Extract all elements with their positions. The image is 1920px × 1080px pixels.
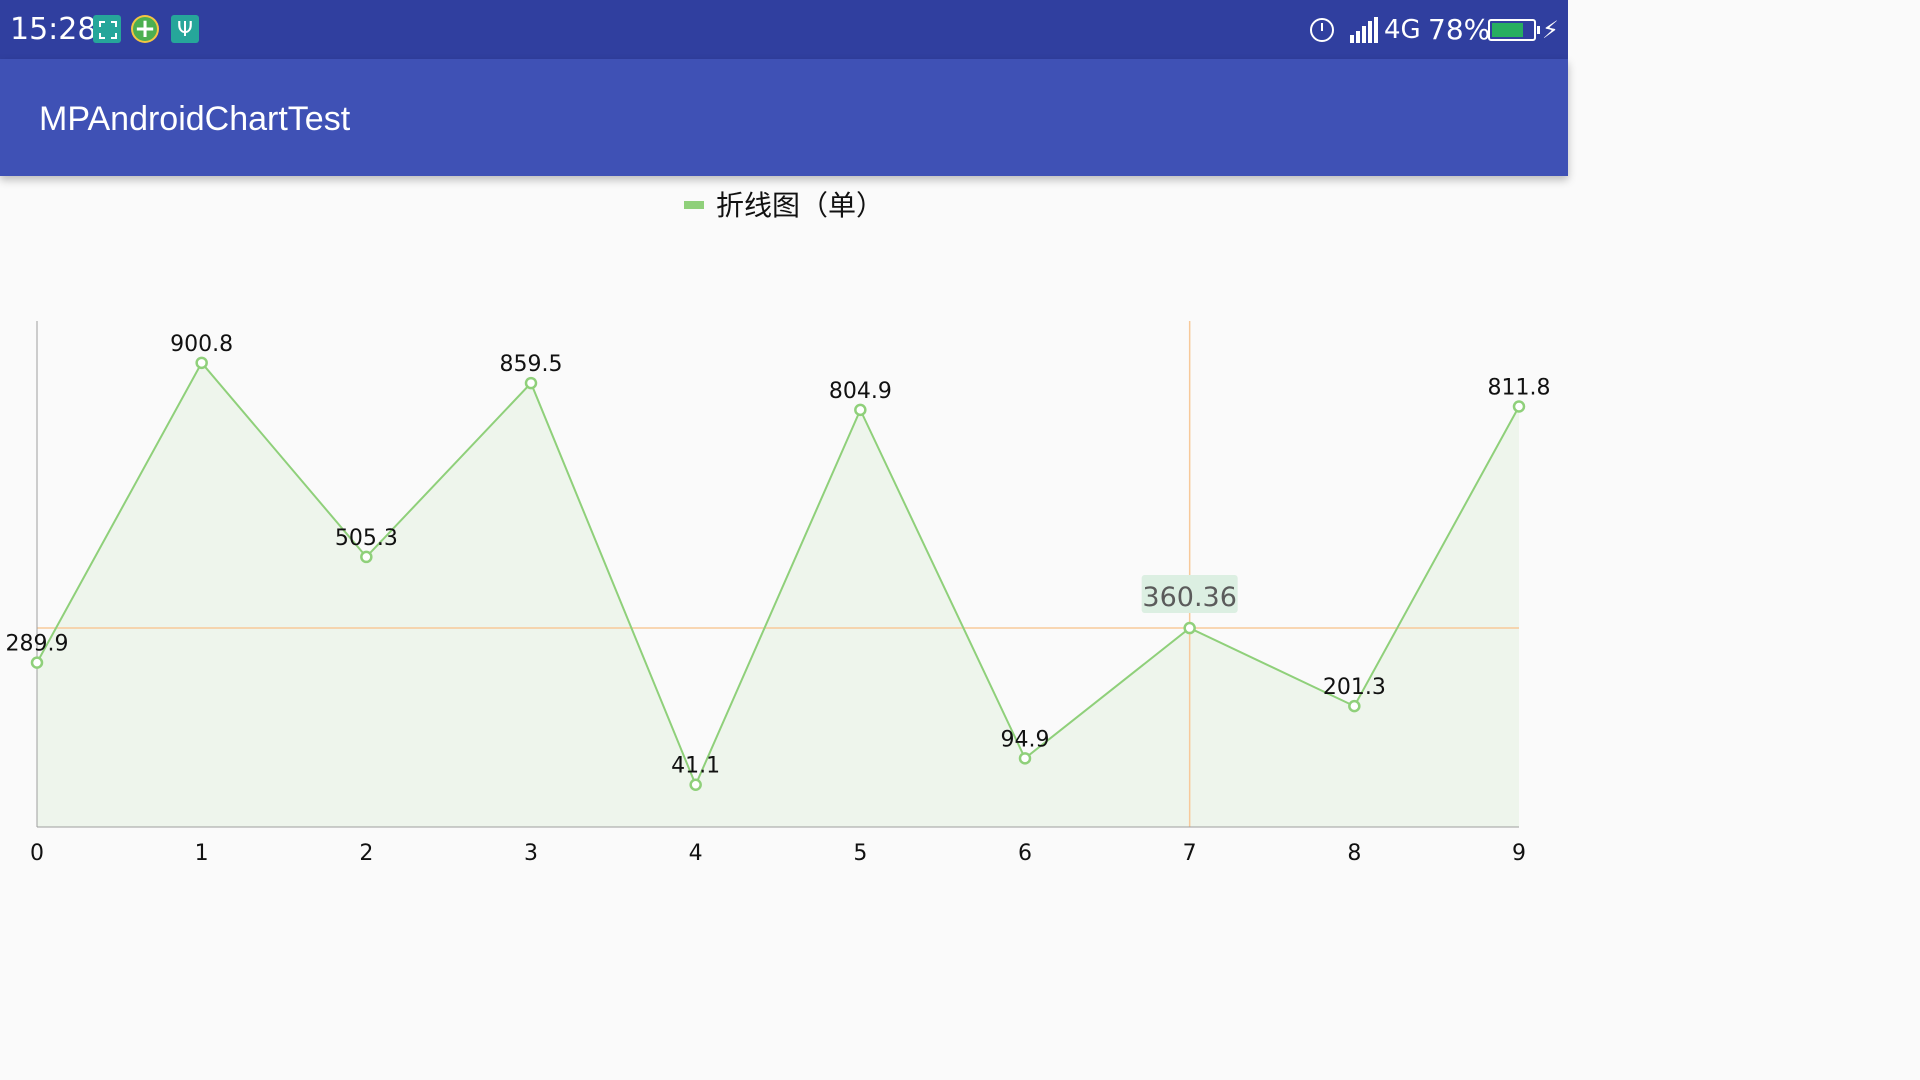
- status-bar: 15:28 4G 78% ⚡: [0, 0, 1568, 59]
- x-tick-label: 6: [1018, 841, 1032, 866]
- app-bar: MPAndroidChartTest: [0, 59, 1568, 176]
- x-tick-label: 7: [1183, 841, 1197, 866]
- x-tick-label: 5: [853, 841, 867, 866]
- data-point: [1348, 699, 1361, 713]
- data-point: [30, 656, 44, 669]
- data-point: [360, 550, 373, 564]
- x-tick-label: 1: [195, 841, 209, 866]
- data-point: [854, 403, 867, 417]
- data-label: 505.3: [335, 526, 398, 551]
- alarm-icon: [1310, 18, 1334, 42]
- data-point: [524, 376, 538, 390]
- x-tick-label: 4: [689, 841, 703, 866]
- screenshot-icon: [93, 15, 121, 43]
- data-label: 811.8: [1488, 375, 1551, 400]
- data-label: 41.1: [671, 754, 720, 779]
- network-type: 4G: [1384, 15, 1421, 45]
- data-label: 201.3: [1323, 675, 1386, 700]
- data-point: [1512, 400, 1526, 413]
- data-label: 859.5: [500, 352, 563, 377]
- battery-fill: [1492, 23, 1524, 37]
- battery-icon: [1488, 19, 1540, 41]
- x-tick-label: 9: [1512, 841, 1526, 866]
- data-point: [1183, 621, 1196, 635]
- data-label: 289.9: [6, 632, 69, 657]
- line-chart[interactable]: 289.9900.8505.3859.541.1804.994.9201.381…: [0, 176, 1568, 882]
- data-point: [1018, 752, 1032, 765]
- signal-icon: [1350, 17, 1378, 43]
- data-label: 94.9: [1001, 727, 1050, 752]
- data-point: [195, 356, 208, 370]
- battery-percent: 78%: [1428, 13, 1491, 46]
- status-time: 15:28: [10, 12, 97, 47]
- charging-icon: ⚡: [1542, 16, 1559, 44]
- data-label: 900.8: [170, 332, 233, 357]
- app-plus-icon: [131, 12, 159, 46]
- usb-icon: [171, 15, 199, 43]
- x-tick-label: 2: [359, 841, 373, 866]
- data-label: 804.9: [829, 379, 892, 404]
- x-tick-label: 3: [524, 841, 538, 866]
- data-point: [689, 778, 702, 791]
- app-title: MPAndroidChartTest: [39, 100, 351, 138]
- highlight-marker-label: 360.36: [1142, 582, 1236, 613]
- x-tick-label: 8: [1347, 841, 1361, 866]
- x-tick-label: 0: [30, 841, 44, 866]
